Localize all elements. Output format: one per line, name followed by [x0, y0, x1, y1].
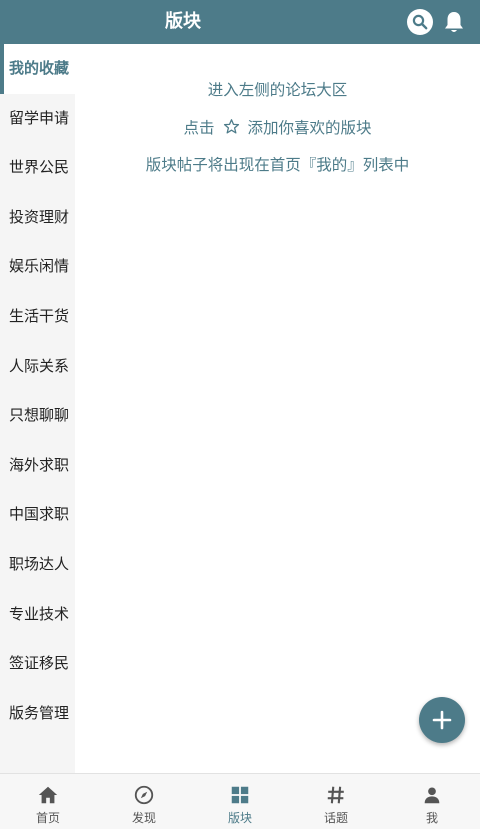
hint-line-2-prefix: 点击 [183, 119, 215, 137]
search-icon [412, 14, 428, 30]
sidebar-item-life-tips[interactable]: 生活干货 [0, 292, 75, 342]
sidebar-item-study-abroad[interactable]: 留学申请 [0, 94, 75, 144]
sidebar-item-world-citizen[interactable]: 世界公民 [0, 143, 75, 193]
sidebar-item-entertainment[interactable]: 娱乐闲情 [0, 242, 75, 292]
hint-line-1: 进入左侧的论坛大区 [207, 81, 348, 99]
person-icon [421, 784, 443, 806]
sidebar-item-tech[interactable]: 专业技术 [0, 590, 75, 640]
home-icon [37, 784, 59, 806]
sidebar-item-relationships[interactable]: 人际关系 [0, 342, 75, 392]
grid-icon [229, 784, 251, 806]
tab-topics-label: 话题 [323, 811, 348, 825]
tab-home-label: 首页 [35, 811, 60, 825]
tab-discover[interactable]: 发现 [96, 774, 192, 829]
tab-topics[interactable]: 话题 [288, 774, 384, 829]
favorites-panel: 进入左侧的论坛大区 点击 添加你喜欢的版块 版块帖子将出现在首页『我的』列表中 [75, 44, 480, 773]
bell-icon [445, 12, 463, 32]
sidebar-item-overseas-jobs[interactable]: 海外求职 [0, 441, 75, 491]
bottom-tab-bar: 首页 发现 版块 话题 我 [0, 773, 480, 829]
sidebar-item-visa[interactable]: 签证移民 [0, 639, 75, 689]
tab-me[interactable]: 我 [384, 774, 480, 829]
tab-discover-label: 发现 [131, 811, 156, 825]
plus-icon [432, 710, 452, 730]
sidebar-item-chat[interactable]: 只想聊聊 [0, 391, 75, 441]
hint-line-2-suffix: 添加你喜欢的版块 [247, 119, 372, 137]
sidebar-item-admin[interactable]: 版务管理 [0, 689, 75, 739]
tab-boards[interactable]: 版块 [192, 774, 288, 829]
add-button[interactable] [419, 697, 465, 743]
compass-icon [133, 784, 155, 806]
sidebar-item-investment[interactable]: 投资理财 [0, 193, 75, 243]
hashtag-icon [325, 784, 347, 806]
tab-boards-label: 版块 [227, 811, 252, 825]
sidebar-item-china-jobs[interactable]: 中国求职 [0, 490, 75, 540]
notifications-button[interactable] [441, 8, 467, 36]
hint-line-3: 版块帖子将出现在首页『我的』列表中 [145, 156, 410, 174]
category-sidebar: 我的收藏 留学申请 世界公民 投资理财 娱乐闲情 生活干货 人际关系 只想聊聊 … [0, 44, 75, 773]
tab-home[interactable]: 首页 [0, 774, 96, 829]
star-outline-icon [223, 119, 239, 134]
top-app-bar: 版块 [0, 0, 480, 44]
sidebar-item-favorites[interactable]: 我的收藏 [0, 44, 75, 94]
tab-me-label: 我 [425, 811, 438, 825]
hint-line-2: 点击 添加你喜欢的版块 [75, 116, 480, 138]
search-button[interactable] [407, 9, 433, 35]
page-title: 版块 [165, 11, 201, 32]
sidebar-item-career[interactable]: 职场达人 [0, 540, 75, 590]
